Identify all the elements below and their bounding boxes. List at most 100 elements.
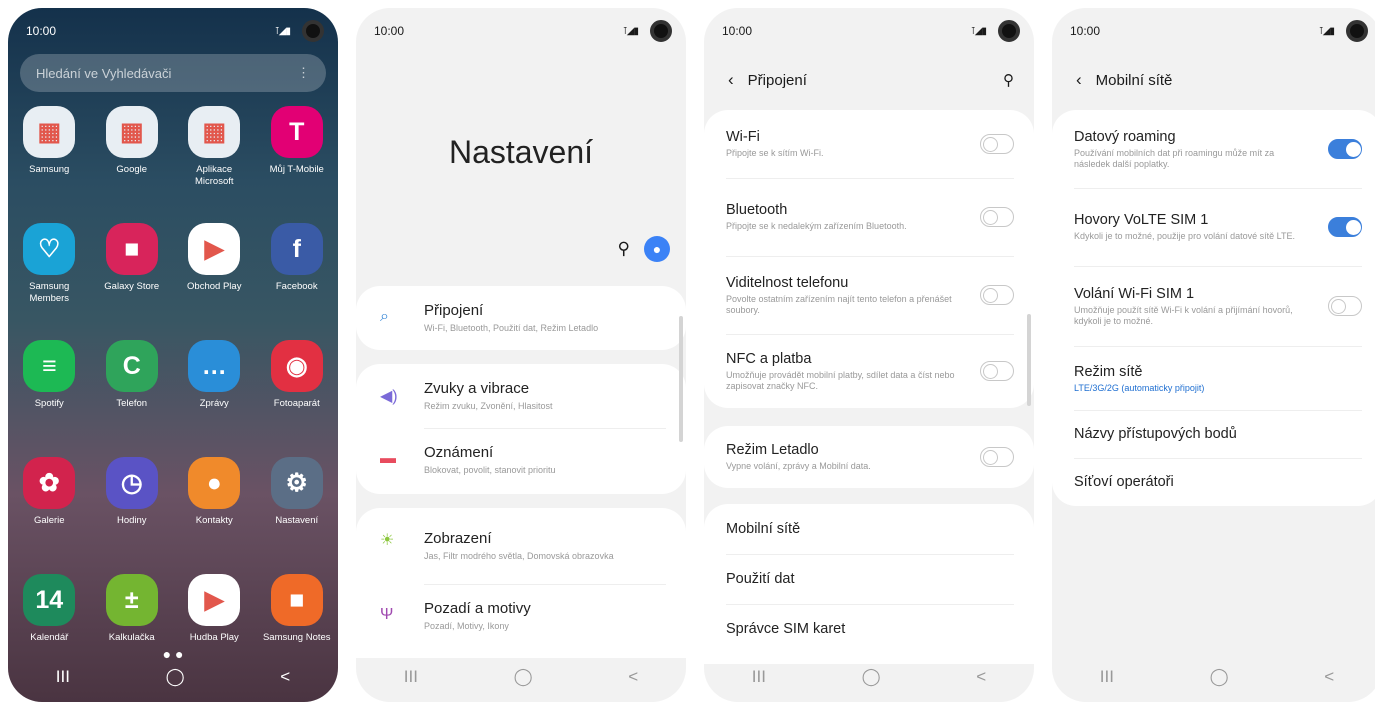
app-icon-contacts[interactable]: ● Kontakty xyxy=(173,457,256,562)
back-arrow-icon[interactable]: ‹ xyxy=(1076,70,1082,90)
row-subtitle: Umožňuje provádět mobilní platby, sdílet… xyxy=(726,369,955,391)
toggle-row[interactable]: Volání Wi-Fi SIM 1 Umožňuje použít sítě W… xyxy=(1052,266,1375,346)
settings-item-themes[interactable]: Ψ Pozadí a motivy Pozadí, Motivy, Ikony xyxy=(356,584,686,648)
divider xyxy=(424,428,666,429)
app-icon-folder[interactable]: ▦ Aplikace Microsoft xyxy=(173,106,256,211)
navigation-bar: III ◯ < xyxy=(704,652,1034,702)
recents-button[interactable]: III xyxy=(56,667,70,687)
divider xyxy=(1074,346,1362,347)
recents-button[interactable]: III xyxy=(752,667,766,687)
row-text: Režim sítě LTE/3G/2G (automaticky připoji… xyxy=(1074,364,1362,393)
wifi-icon: ⌕ xyxy=(380,308,389,325)
scrollbar[interactable] xyxy=(679,316,683,442)
status-bar: 10:00 ⊺◢▮ xyxy=(704,8,1034,54)
mobile-networks-item[interactable]: Síťoví operátoři xyxy=(1052,458,1375,506)
row-subtitle: Vypne volání, zprávy a Mobilní data. xyxy=(726,461,871,471)
back-arrow-icon[interactable]: ‹ xyxy=(728,70,734,90)
app-icon-t-mobile[interactable]: T Můj T-Mobile xyxy=(256,106,339,211)
row-subtitle: Umožňuje použít sítě Wi-Fi k volání a př… xyxy=(1074,304,1293,326)
app-icon-gallery[interactable]: ✿ Galerie xyxy=(8,457,91,562)
mobile-networks-item[interactable]: Názvy přístupových bodů xyxy=(1052,410,1375,458)
app-icon-spotify[interactable]: ≡ Spotify xyxy=(8,340,91,445)
galaxy-store-icon: ■ xyxy=(105,223,158,275)
page-title: Mobilní sítě xyxy=(1095,71,1173,89)
connections-item[interactable]: Použití dat xyxy=(704,554,1034,604)
home-button[interactable]: ◯ xyxy=(166,667,185,687)
settings-item-sounds[interactable]: ◀) Zvuky a vibrace Režim zvuku, Zvonění, H… xyxy=(356,364,686,428)
app-icon-phone[interactable]: C Telefon xyxy=(91,340,174,445)
settings-item-connections[interactable]: ⌕ Připojení Wi-Fi, Bluetooth, Použití dat,… xyxy=(356,286,686,350)
network-mode-item[interactable]: Režim sítě LTE/3G/2G (automaticky připoji… xyxy=(1052,346,1375,410)
calculator-icon: ± xyxy=(105,574,158,626)
home-button[interactable]: ◯ xyxy=(514,667,533,687)
recents-button[interactable]: III xyxy=(404,667,418,687)
home-button[interactable]: ◯ xyxy=(862,667,881,687)
toggle-row[interactable]: Režim Letadlo Vypne volání, zprávy a Mobi… xyxy=(704,426,1034,488)
toggle-switch[interactable] xyxy=(980,447,1014,467)
toggle-row[interactable]: NFC a platba Umožňuje provádět mobilní pl… xyxy=(704,334,1034,408)
folder-icon: ▦ xyxy=(23,106,76,158)
row-title: Bluetooth xyxy=(726,202,788,218)
app-icon-play-store[interactable]: ▶ Obchod Play xyxy=(173,223,256,328)
divider xyxy=(424,584,666,585)
search-icon[interactable]: ⚲ xyxy=(618,239,630,259)
toggle-row[interactable]: Hovory VoLTE SIM 1 Kdykoli je to možné, p… xyxy=(1052,188,1375,266)
settings-item-notifications[interactable]: ▬ Oznámení Blokovat, povolit, stanovit pri… xyxy=(356,428,686,492)
display-icon: ☀ xyxy=(380,532,395,549)
recents-button[interactable]: III xyxy=(1100,667,1114,687)
connections-item[interactable]: Mobilní sítě xyxy=(704,504,1034,554)
back-button[interactable]: < xyxy=(280,667,290,687)
toggle-switch[interactable] xyxy=(980,207,1014,227)
phone-icon: C xyxy=(105,340,158,392)
row-text: Režim Letadlo Vypne volání, zprávy a Mobi… xyxy=(726,442,980,472)
toggle-switch[interactable] xyxy=(1328,296,1362,316)
app-icon-folder[interactable]: ▦ Samsung xyxy=(8,106,91,211)
toggle-row[interactable]: Datový roaming Používání mobilních dat př… xyxy=(1052,110,1375,188)
back-button[interactable]: < xyxy=(1324,667,1334,687)
scrollbar[interactable] xyxy=(1027,314,1031,406)
settings-item-display[interactable]: ☀ Zobrazení Jas, Filtr modrého světla, Dom… xyxy=(356,508,686,584)
app-icon-galaxy-store[interactable]: ■ Galaxy Store xyxy=(91,223,174,328)
app-icon-camera[interactable]: ◉ Fotoaparát xyxy=(256,340,339,445)
app-icon-settings[interactable]: ⚙ Nastavení xyxy=(256,457,339,562)
app-label: Hodiny xyxy=(116,515,147,526)
settings-group-1: ⌕ Připojení Wi-Fi, Bluetooth, Použití dat,… xyxy=(356,286,686,350)
status-bar: 10:00 ⊺◢▮ xyxy=(356,8,686,54)
front-camera xyxy=(1346,20,1368,42)
settings-item-subtitle: Pozadí, Motivy, Ikony xyxy=(424,621,509,631)
toggle-row[interactable]: Bluetooth Připojte se k nedalekým zařízen… xyxy=(704,178,1034,256)
home-button[interactable]: ◯ xyxy=(1210,667,1229,687)
connections-item[interactable]: Správce SIM karet xyxy=(704,604,1034,654)
app-icon-clock[interactable]: ◷ Hodiny xyxy=(91,457,174,562)
toggle-switch[interactable] xyxy=(980,361,1014,381)
more-options-icon[interactable]: ⋮ xyxy=(297,65,310,81)
toggle-row[interactable]: Wi-Fi Připojte se k sítím Wi-Fi. xyxy=(704,110,1034,178)
toggle-row[interactable]: Viditelnost telefonu Povolte ostatním zař… xyxy=(704,256,1034,334)
status-icons: ⊺◢▮ xyxy=(622,25,639,37)
row-title: Viditelnost telefonu xyxy=(726,274,849,291)
search-icon[interactable]: ⚲ xyxy=(1003,71,1014,89)
back-button[interactable]: < xyxy=(976,667,986,687)
settings-item-title: Zobrazení xyxy=(424,530,492,547)
app-icon-folder[interactable]: ▦ Google xyxy=(91,106,174,211)
navigation-bar: III ◯ < xyxy=(8,652,338,702)
profile-icon[interactable]: ● xyxy=(644,236,670,262)
settings-item-text: Pozadí a motivy Pozadí, Motivy, Ikony xyxy=(424,600,531,632)
settings-item-text: Zobrazení Jas, Filtr modrého světla, Domo… xyxy=(424,530,614,562)
item-title: Názvy přístupových bodů xyxy=(1074,426,1237,442)
finder-search-bar[interactable]: Hledání ve Vyhledávači ⋮ xyxy=(20,54,326,92)
app-label: Kalendář xyxy=(30,632,69,643)
calendar-icon: 14 xyxy=(23,574,76,626)
row-title: Wi-Fi xyxy=(726,129,760,145)
divider xyxy=(726,604,1014,605)
app-icon-members[interactable]: ♡ Samsung Members xyxy=(8,223,91,328)
spotify-icon: ≡ xyxy=(23,340,76,392)
toggle-switch[interactable] xyxy=(980,285,1014,305)
toggle-switch[interactable] xyxy=(980,134,1014,154)
toggle-switch[interactable] xyxy=(1328,217,1362,237)
toggle-switch[interactable] xyxy=(1328,139,1362,159)
app-icon-facebook[interactable]: f Facebook xyxy=(256,223,339,328)
divider xyxy=(726,178,1014,179)
app-icon-messages[interactable]: … Zprávy xyxy=(173,340,256,445)
back-button[interactable]: < xyxy=(628,667,638,687)
